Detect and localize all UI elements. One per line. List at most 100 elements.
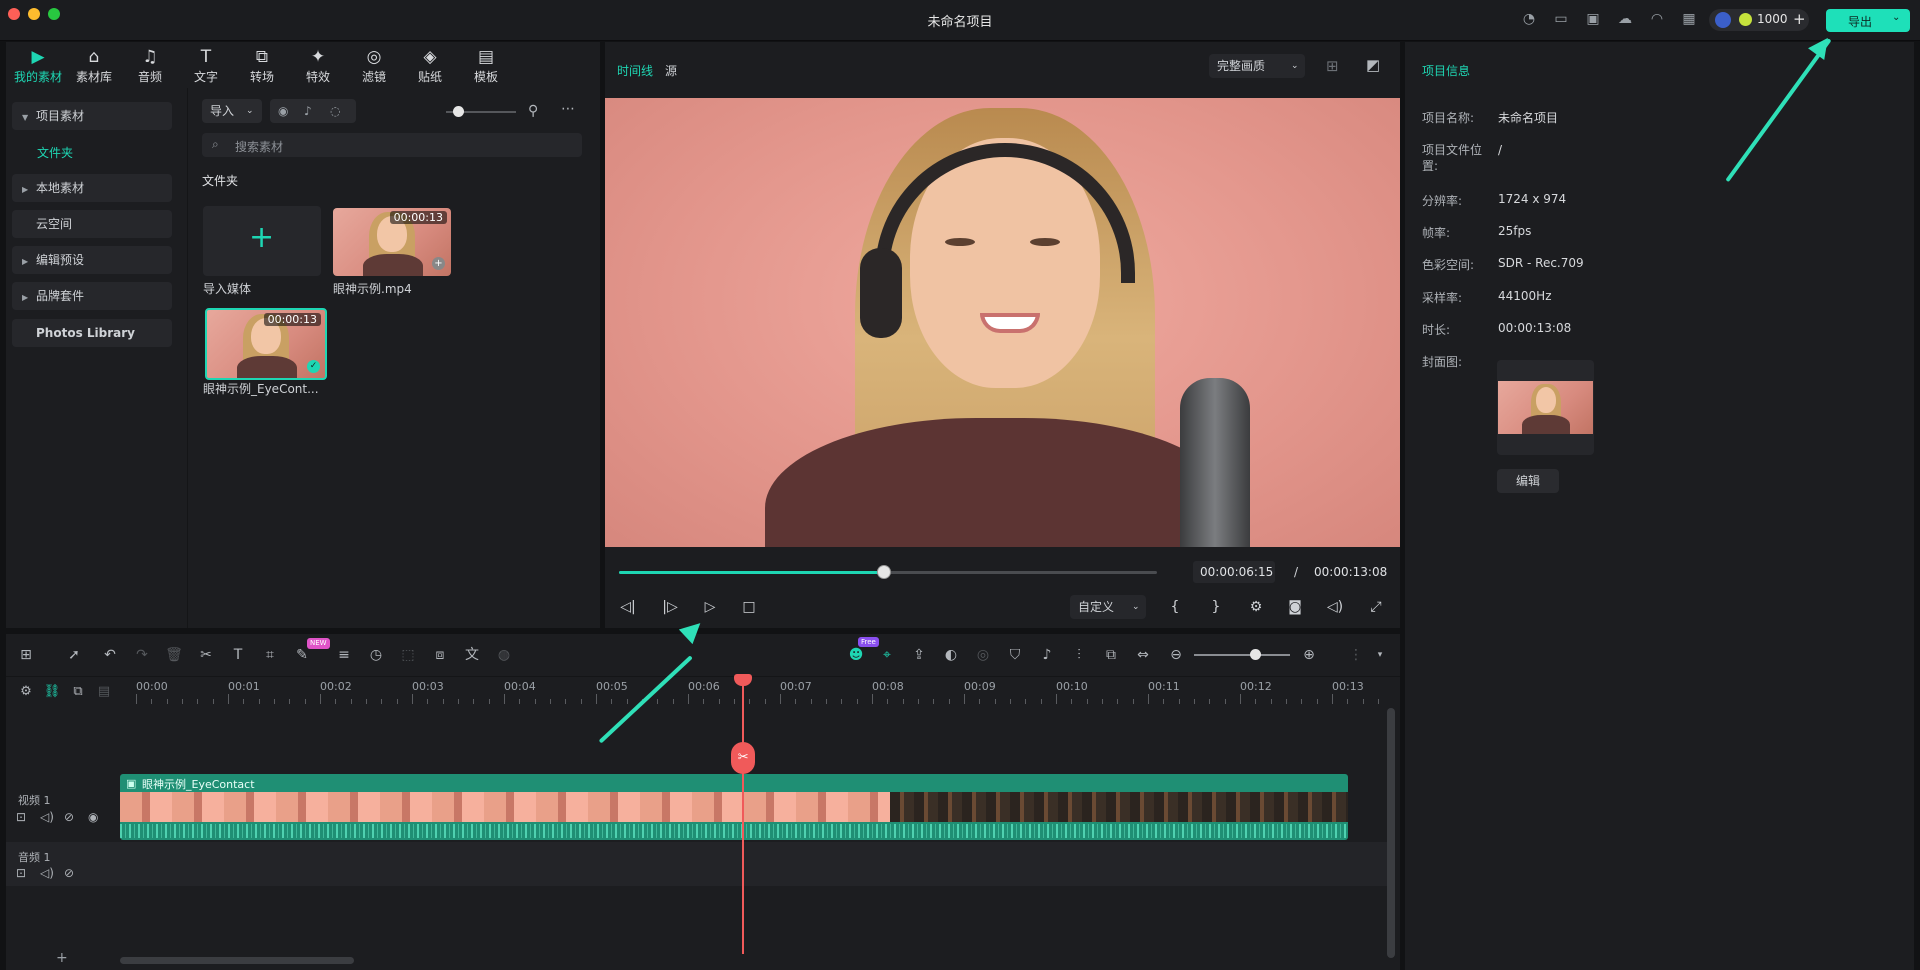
preview-video[interactable] <box>605 98 1400 547</box>
split-icon[interactable]: ✂ <box>196 645 216 665</box>
microphone-icon[interactable]: ♪ <box>1037 645 1057 665</box>
zoom-in-icon[interactable]: ⊕ <box>1299 645 1319 665</box>
link-icon[interactable]: ⛓ <box>42 682 62 702</box>
timeline-settings-icon[interactable]: ⚙ <box>16 682 36 702</box>
horizontal-scrollbar[interactable] <box>120 957 354 964</box>
more-icon[interactable]: ⋯ <box>561 101 575 117</box>
audio-mixer-icon[interactable]: ⫶ <box>1069 645 1089 665</box>
current-time-box[interactable]: 00:00:06:15 <box>1193 561 1275 583</box>
scope-icon[interactable]: ◩ <box>1366 56 1380 74</box>
import-media-tile[interactable]: + <box>203 206 321 276</box>
timeline-ruler[interactable] <box>120 676 1390 706</box>
previous-frame-icon[interactable]: ◁| <box>617 599 639 615</box>
ai-copilot-icon[interactable]: ☻ <box>846 645 866 665</box>
sidebar-item-cloud[interactable]: 云空间 <box>12 210 172 238</box>
hide-icon[interactable]: ⊘ <box>64 810 74 824</box>
quality-dropdown[interactable]: 完整画质 ⌄ <box>1209 54 1305 78</box>
media-thumb-2[interactable]: 00:00:13 ✓ <box>205 308 327 380</box>
filter-funnel-icon[interactable]: ⚲ <box>528 103 538 119</box>
tab-timeline[interactable]: 时间线 <box>617 62 653 79</box>
eye-icon[interactable]: ◉ <box>88 810 98 824</box>
export-clip-icon[interactable]: ⇪ <box>909 645 929 665</box>
color-match-icon[interactable]: ◍ <box>494 645 514 665</box>
snap-icon[interactable]: ⌖ <box>877 645 897 665</box>
mark-out-icon[interactable]: } <box>1205 599 1227 615</box>
import-dropdown[interactable]: 导入 ⌄ <box>202 99 262 123</box>
search-input[interactable]: ⌕ 搜索素材 <box>202 133 582 157</box>
track-manage-icon[interactable]: ▤ <box>94 682 114 702</box>
tab-my-media[interactable]: ▶ 我的素材 <box>13 46 63 85</box>
lock-icon[interactable]: ⊡ <box>16 866 26 880</box>
shield-icon[interactable]: ⛉ <box>1005 645 1025 665</box>
chevron-down-icon[interactable]: ▾ <box>1370 645 1390 665</box>
undo-icon[interactable]: ↶ <box>100 645 120 665</box>
tab-stickers[interactable]: ◈ 贴纸 <box>405 46 455 85</box>
play-icon[interactable]: ▷ <box>699 599 721 615</box>
auto-caption-icon[interactable]: ≡ <box>334 645 354 665</box>
speed-icon[interactable]: ◔ <box>1520 11 1538 27</box>
add-track-icon[interactable]: + <box>56 950 68 966</box>
stop-icon[interactable]: □ <box>738 599 760 615</box>
layout-grid-icon[interactable]: ⊞ <box>16 645 36 665</box>
zoom-slider[interactable] <box>1194 654 1290 656</box>
tab-source[interactable]: 源 <box>665 62 677 79</box>
split-scissors-icon[interactable]: ✂ <box>731 742 756 774</box>
select-tool-icon[interactable]: ➚ <box>64 645 84 665</box>
playhead-line[interactable] <box>742 676 745 954</box>
tab-audio[interactable]: ♫ 音频 <box>125 46 175 85</box>
chevron-down-icon[interactable]: ⌄ <box>1892 12 1900 23</box>
text-tool-icon[interactable]: T <box>228 645 248 665</box>
add-credits-icon[interactable]: + <box>1793 10 1806 28</box>
zoom-out-icon[interactable]: ⊖ <box>1166 645 1186 665</box>
edit-cover-button[interactable]: 编辑 <box>1497 469 1559 493</box>
lock-icon[interactable]: ⊡ <box>16 810 26 824</box>
record-screen-icon[interactable]: ◉ <box>278 99 288 123</box>
multicam-icon[interactable]: ⧉ <box>1101 645 1121 665</box>
tab-transition[interactable]: ⧉ 转场 <box>237 46 287 85</box>
next-frame-icon[interactable]: |▷ <box>659 599 681 615</box>
translate-icon[interactable]: 文 <box>462 645 482 665</box>
sidebar-item-edit-presets[interactable]: ▶ 编辑预设 <box>12 246 172 274</box>
fit-timeline-icon[interactable]: ⇔ <box>1133 645 1153 665</box>
redo-icon[interactable]: ↷ <box>132 645 152 665</box>
apps-grid-icon[interactable]: ▦ <box>1680 11 1698 27</box>
track-layout-icon[interactable]: ⋮ <box>1346 645 1366 665</box>
speaker-icon[interactable]: ◁) <box>40 866 54 880</box>
ai-image-icon[interactable]: ◐ <box>941 645 961 665</box>
volume-icon[interactable]: ◁) <box>1324 599 1346 615</box>
headset-icon[interactable]: ◠ <box>1648 11 1666 27</box>
group-icon[interactable]: ⧉ <box>68 682 88 702</box>
vertical-scrollbar[interactable] <box>1387 708 1395 958</box>
tab-stock[interactable]: ⌂ 素材库 <box>69 46 119 85</box>
ai-cutout-icon[interactable]: ⧈ <box>430 645 450 665</box>
sidebar-item-project-media[interactable]: ▼ 项目素材 <box>12 102 172 130</box>
tab-effects[interactable]: ✦ 特效 <box>293 46 343 85</box>
progress-knob[interactable] <box>876 565 891 579</box>
tab-text[interactable]: T 文字 <box>181 46 231 85</box>
tab-filters[interactable]: ◎ 滤镜 <box>349 46 399 85</box>
zoom-slider-knob[interactable] <box>1250 649 1261 660</box>
fullscreen-icon[interactable]: ⤢ <box>1365 599 1387 615</box>
hide-icon[interactable]: ⊘ <box>64 866 74 880</box>
export-button[interactable]: 导出 ⌄ <box>1826 9 1910 32</box>
tab-templates[interactable]: ▤ 模板 <box>461 46 511 85</box>
sidebar-item-local-media[interactable]: ▶ 本地素材 <box>12 174 172 202</box>
snapshot-icon[interactable]: ◙ <box>1284 599 1306 615</box>
layout-icon[interactable]: ▭ <box>1552 11 1570 27</box>
speed-ramp-icon[interactable]: ◷ <box>366 645 386 665</box>
stabilize-icon[interactable]: ◎ <box>973 645 993 665</box>
cover-image-box[interactable] <box>1497 360 1594 455</box>
audio-track-row[interactable] <box>6 842 1390 886</box>
voiceover-icon[interactable]: ◌ <box>330 99 340 123</box>
add-to-timeline-icon[interactable]: + <box>432 257 445 270</box>
mark-in-icon[interactable]: { <box>1164 599 1186 615</box>
aspect-dropdown[interactable]: 自定义 ⌄ <box>1070 595 1146 619</box>
save-icon[interactable]: ▣ <box>1584 11 1602 27</box>
credits-badge[interactable]: 1000 + <box>1709 9 1809 31</box>
media-thumb-1[interactable]: 00:00:13 + <box>333 208 451 276</box>
crop-icon[interactable]: ⌗ <box>260 645 280 665</box>
render-settings-icon[interactable]: ⚙ <box>1245 599 1267 615</box>
sidebar-item-photos-library[interactable]: Photos Library <box>12 319 172 347</box>
video-clip[interactable]: ▣ 眼神示例_EyeContact <box>120 774 1348 840</box>
speaker-icon[interactable]: ◁) <box>40 810 54 824</box>
